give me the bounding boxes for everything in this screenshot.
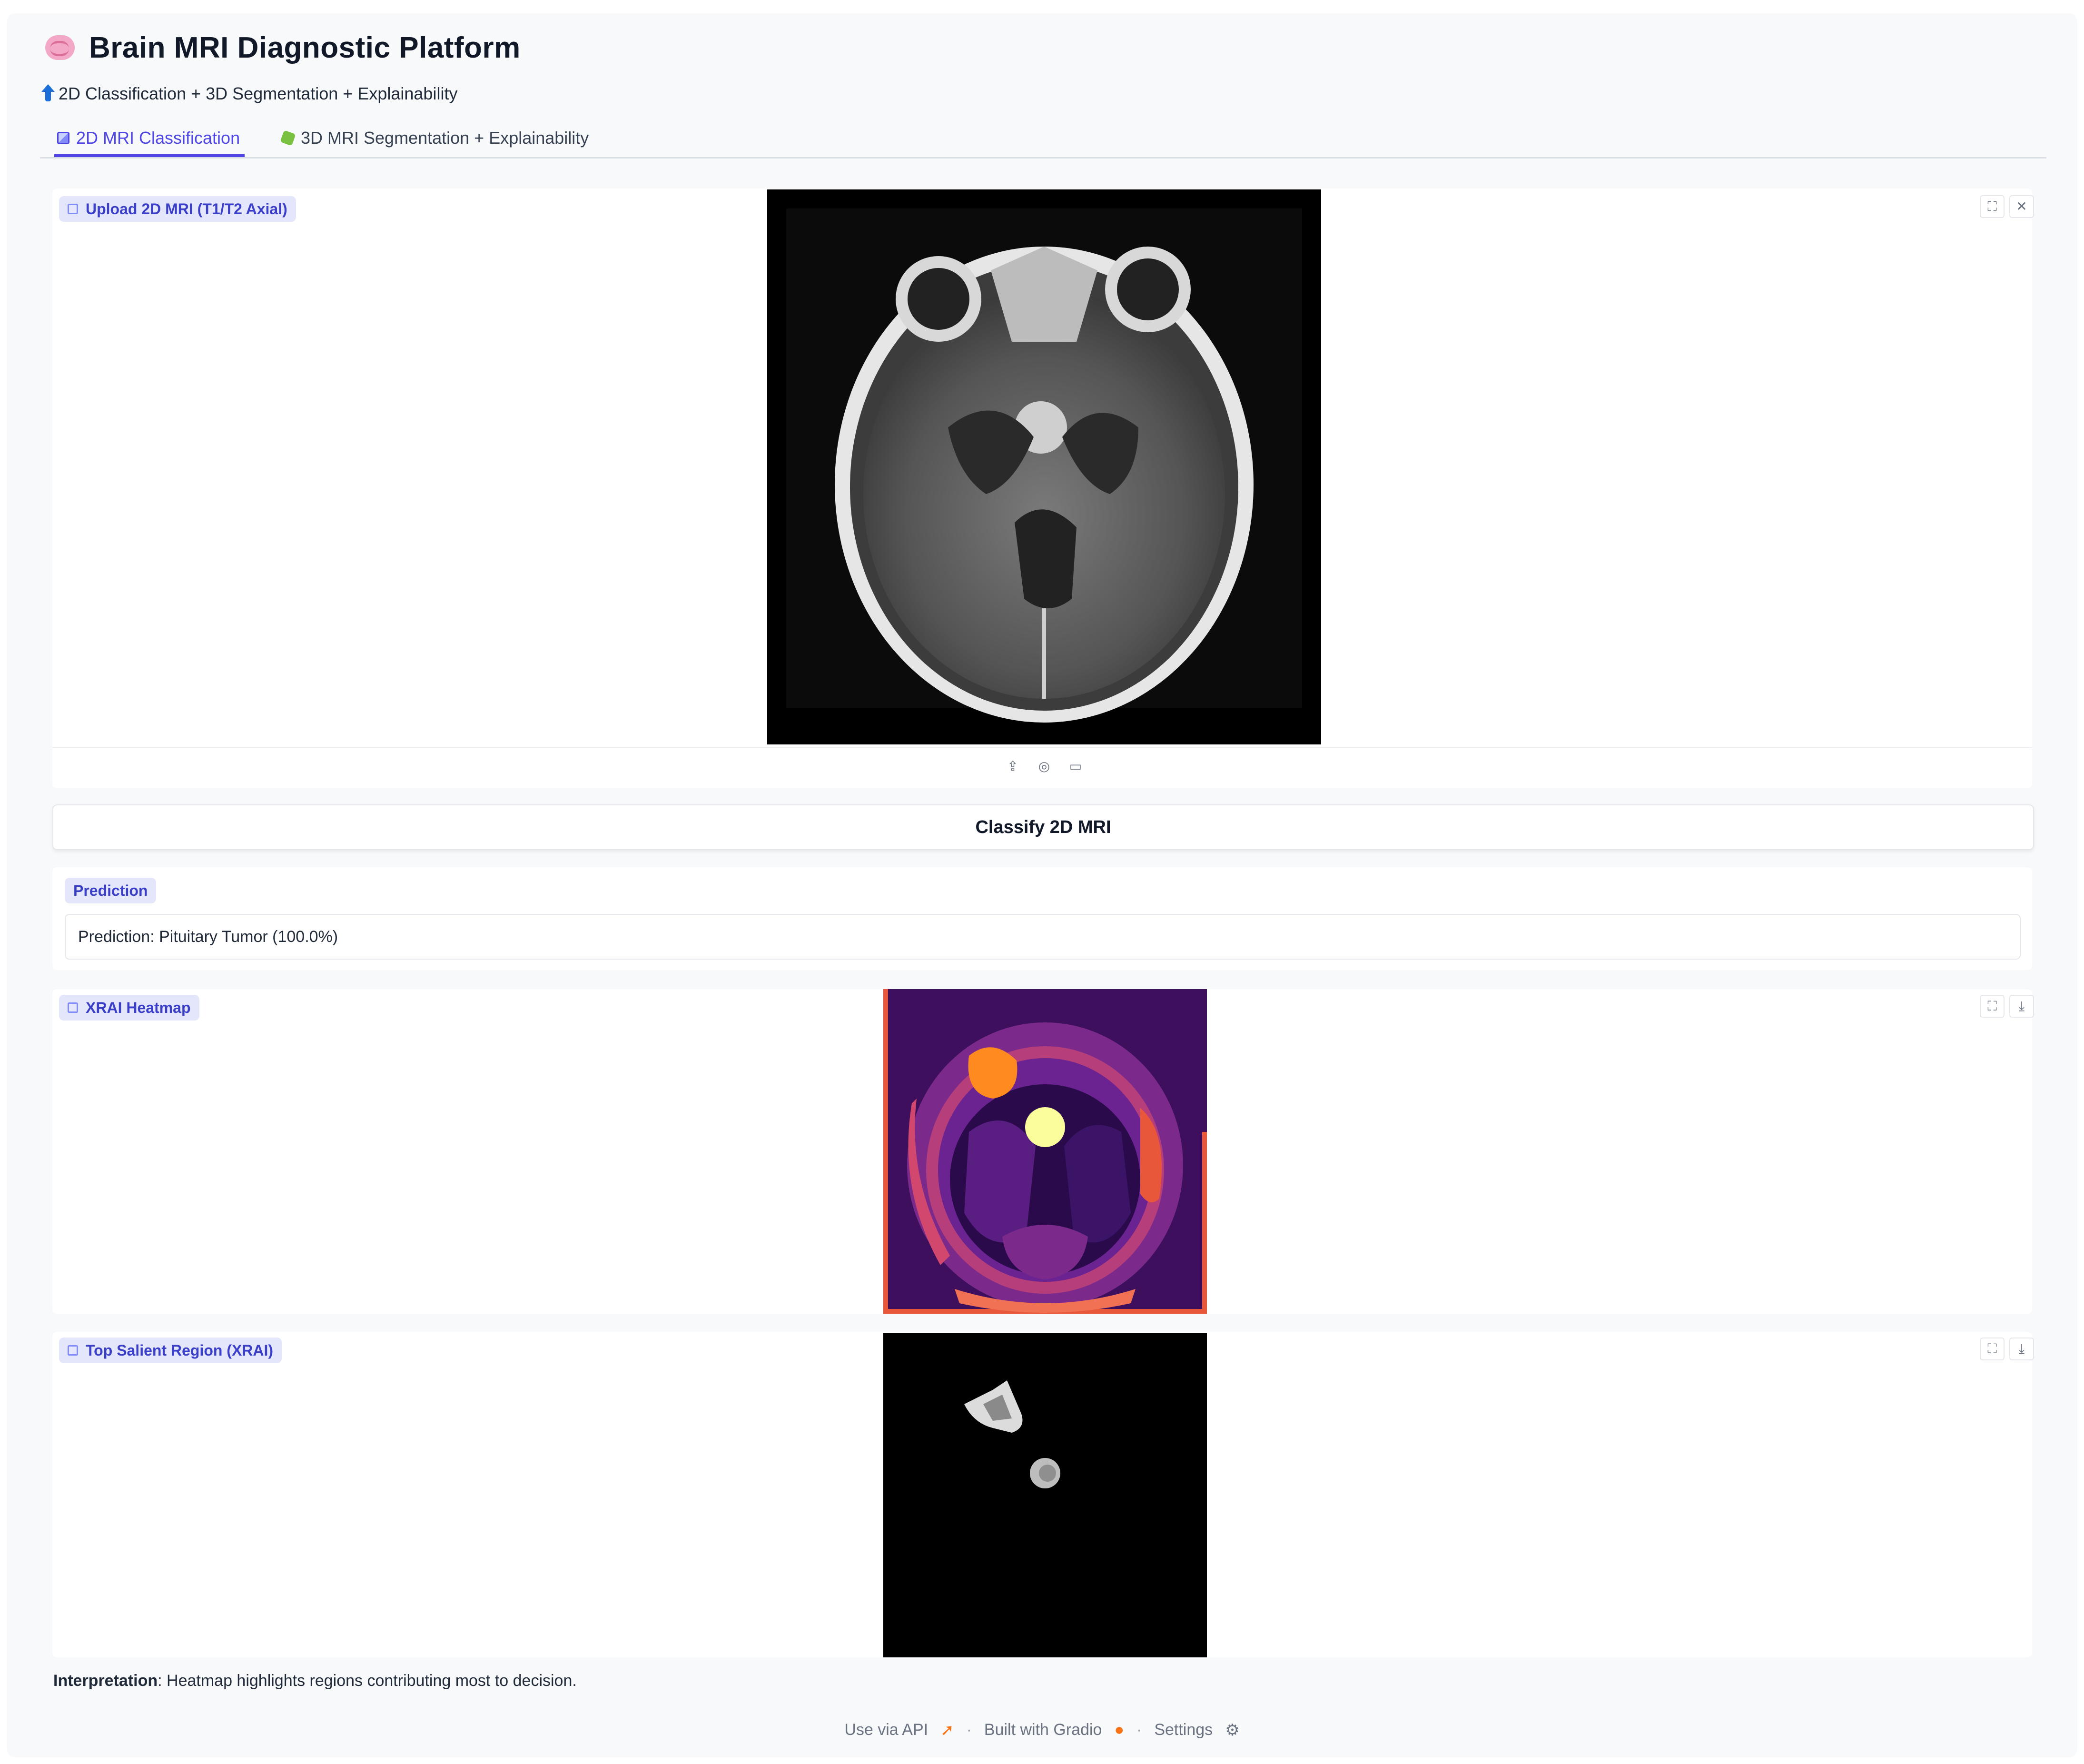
heatmap-tools: ⛶ ⤓ <box>1980 995 2034 1018</box>
source-selector: ⇪ ◎ ▭ <box>1001 756 1087 777</box>
pin-icon <box>41 84 55 101</box>
image-icon <box>68 1345 78 1356</box>
download-icon[interactable]: ⤓ <box>2009 1338 2034 1360</box>
built-with-gradio-link[interactable]: Built with Gradio <box>984 1721 1102 1740</box>
upload-label-text: Upload 2D MRI (T1/T2 Axial) <box>86 200 287 218</box>
image-icon <box>57 132 69 144</box>
fullscreen-icon[interactable]: ⛶ <box>1980 1338 2005 1360</box>
subtitle-text: 2D Classification + 3D Segmentation + Ex… <box>59 84 458 103</box>
salient-label-text: Top Salient Region (XRAI) <box>86 1341 274 1359</box>
upload-icon[interactable]: ⇪ <box>1001 756 1024 777</box>
fullscreen-icon[interactable]: ⛶ <box>1980 195 2005 218</box>
tab-2d-classification[interactable]: 2D MRI Classification <box>54 123 245 157</box>
tab-3d-segmentation[interactable]: 3D MRI Segmentation + Explainability <box>280 123 589 153</box>
tab-bar: 2D MRI Classification 3D MRI Segmentatio… <box>40 121 2046 159</box>
upload-tools: ⛶ ✕ <box>1980 195 2034 218</box>
puzzle-icon <box>280 130 296 146</box>
interpretation-body: : Heatmap highlights regions contributin… <box>158 1672 577 1690</box>
prediction-textbox[interactable]: Prediction: Pituitary Tumor (100.0%) <box>65 914 2021 960</box>
close-icon[interactable]: ✕ <box>2009 195 2034 218</box>
tab-label: 3D MRI Segmentation + Explainability <box>301 128 589 148</box>
download-icon[interactable]: ⤓ <box>2009 995 2034 1018</box>
salient-tools: ⛶ ⤓ <box>1980 1338 2034 1360</box>
heatmap-label: XRAI Heatmap <box>59 995 199 1021</box>
footer: Use via API ➚ · Built with Gradio ● · Se… <box>0 1721 2084 1740</box>
classify-button[interactable]: Classify 2D MRI <box>52 804 2034 850</box>
footer-separator: · <box>1136 1721 1142 1739</box>
upload-label: Upload 2D MRI (T1/T2 Axial) <box>59 196 296 222</box>
tab-label: 2D MRI Classification <box>76 128 240 148</box>
interpretation-bold: Interpretation <box>53 1672 158 1690</box>
xrai-heatmap-image <box>883 989 1207 1314</box>
clipboard-icon[interactable]: ▭ <box>1064 756 1087 777</box>
brain-icon <box>45 35 75 60</box>
salient-label: Top Salient Region (XRAI) <box>59 1338 282 1363</box>
settings-link[interactable]: Settings <box>1154 1721 1213 1740</box>
gear-icon: ⚙ <box>1225 1721 1240 1739</box>
divider <box>52 747 2032 748</box>
salient-region-image <box>883 1333 1207 1657</box>
image-icon <box>68 204 78 214</box>
rocket-icon: ➚ <box>940 1721 954 1739</box>
prediction-label-text: Prediction <box>73 882 148 899</box>
webcam-icon[interactable]: ◎ <box>1033 756 1056 777</box>
page-subtitle: 2D Classification + 3D Segmentation + Ex… <box>41 84 458 104</box>
gradio-logo-icon: ● <box>1114 1721 1124 1739</box>
header: Brain MRI Diagnostic Platform <box>45 28 521 68</box>
heatmap-label-text: XRAI Heatmap <box>86 999 191 1016</box>
image-icon <box>68 1002 78 1013</box>
use-api-link[interactable]: Use via API <box>844 1721 928 1740</box>
uploaded-mri-image[interactable] <box>767 189 1321 744</box>
page-title: Brain MRI Diagnostic Platform <box>89 31 521 64</box>
interpretation-text: Interpretation: Heatmap highlights regio… <box>53 1672 577 1690</box>
fullscreen-icon[interactable]: ⛶ <box>1980 995 2005 1018</box>
prediction-label: Prediction <box>65 878 157 903</box>
footer-separator: · <box>966 1721 972 1739</box>
